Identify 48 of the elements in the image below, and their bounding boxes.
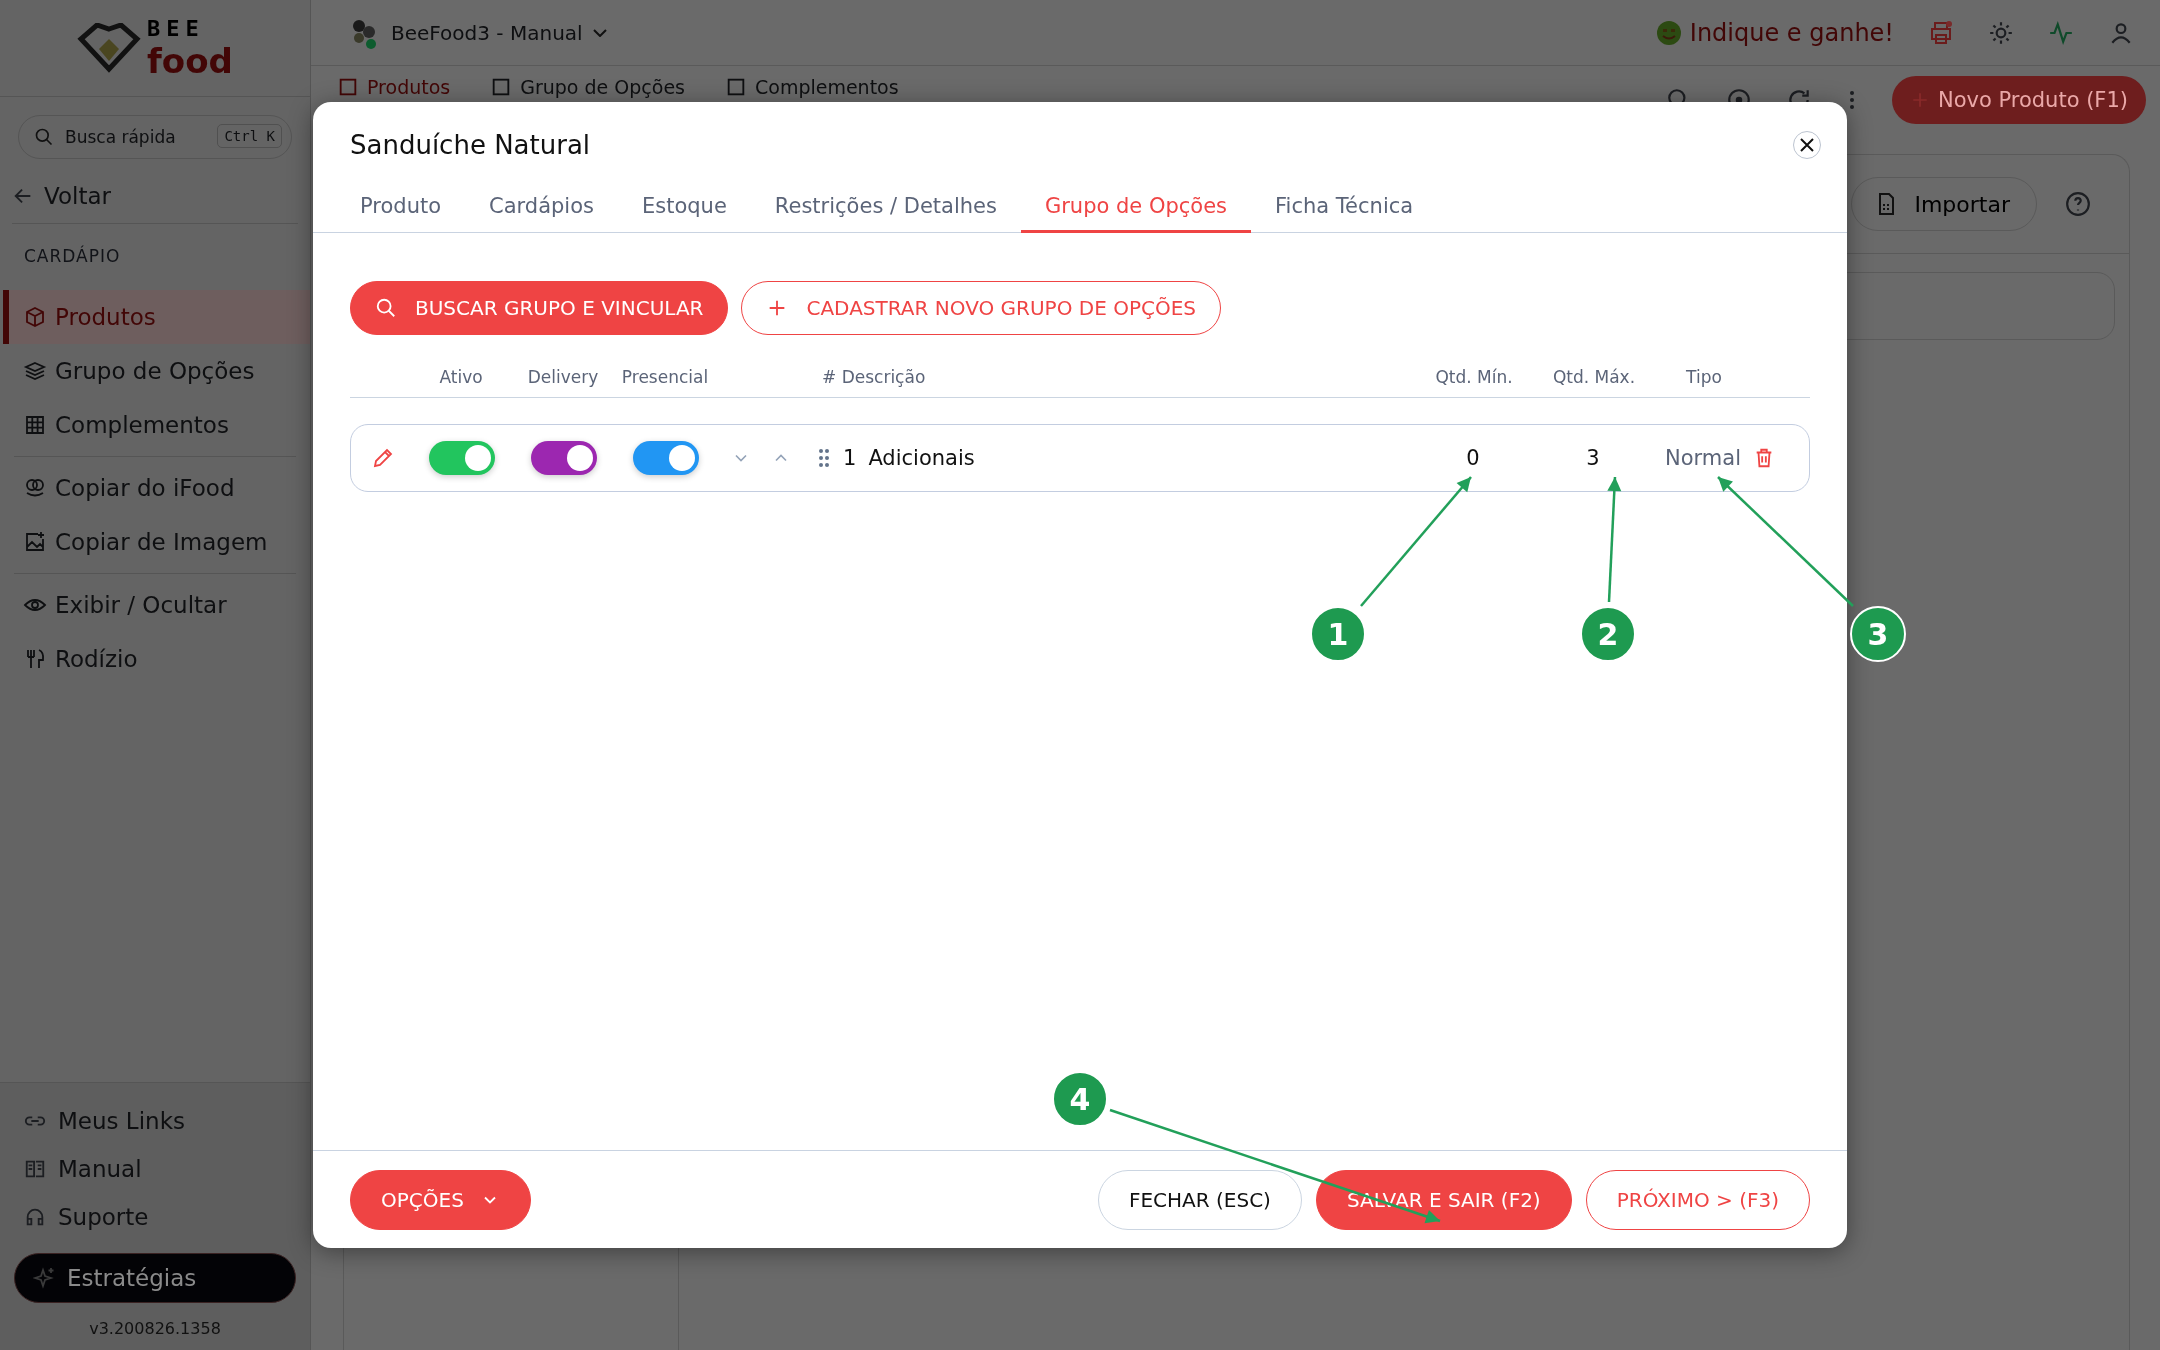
dialog-tab[interactable]: Estoque bbox=[618, 186, 751, 233]
section-label: CARDÁPIO bbox=[23, 244, 122, 268]
sidebar-item[interactable]: Exibir / Ocultar bbox=[3, 578, 310, 632]
dialog-tab[interactable]: Restrições / Detalhes bbox=[750, 186, 1021, 233]
dialog-title: Sanduíche Natural bbox=[350, 130, 591, 160]
column-header: Qtd. Mín. bbox=[1434, 366, 1514, 387]
column-header: # Descrição bbox=[821, 366, 927, 387]
step-badge: 3 bbox=[1850, 606, 1906, 662]
back-link[interactable]: Voltar bbox=[0, 169, 310, 223]
min-quantity: 0 bbox=[1465, 445, 1481, 470]
sidebar-link[interactable]: Meus Links bbox=[14, 1097, 296, 1145]
new-group-button[interactable]: CADASTRAR NOVO GRUPO DE OPÇÕES bbox=[741, 280, 1221, 335]
page-tab[interactable]: Grupo de Opções bbox=[490, 76, 685, 98]
type-text: Normal bbox=[1664, 445, 1742, 470]
workspace-selector[interactable]: BeeFood3 - Manual bbox=[347, 15, 607, 50]
sidebar-item[interactable]: Rodízio bbox=[3, 632, 310, 686]
sidebar-item[interactable]: Copiar do iFood bbox=[3, 461, 310, 515]
group-name: Adicionais bbox=[868, 445, 975, 470]
referral-link[interactable]: Indique e ganhe! bbox=[1655, 18, 1894, 47]
sidebar-link[interactable]: Suporte bbox=[14, 1193, 296, 1241]
max-quantity: 3 bbox=[1585, 445, 1601, 470]
search-group-button[interactable]: BUSCAR GRUPO E VINCULAR bbox=[350, 280, 729, 335]
dialog-tab[interactable]: Produto bbox=[336, 186, 466, 233]
sidebar-item[interactable]: Complementos bbox=[3, 398, 310, 452]
dialog-tab[interactable]: Grupo de Opções bbox=[1020, 186, 1252, 233]
sidebar-item[interactable]: Grupo de Opções bbox=[3, 344, 310, 398]
sidebar-link[interactable]: Manual bbox=[14, 1145, 296, 1193]
logo-top-text: BEE bbox=[147, 15, 206, 41]
options-button[interactable]: OPÇÕES bbox=[350, 1169, 531, 1230]
column-header: Ativo bbox=[438, 366, 484, 387]
dialog-tab[interactable]: Cardápios bbox=[465, 186, 618, 233]
dialog-tab[interactable]: Ficha Técnica bbox=[1251, 186, 1438, 233]
column-header: Qtd. Máx. bbox=[1551, 366, 1637, 387]
row-index: 1 bbox=[843, 445, 857, 470]
sidebar-item[interactable]: Produtos bbox=[3, 290, 310, 344]
column-header: Tipo bbox=[1685, 366, 1723, 387]
version-text: v3.200826.1358 bbox=[88, 1319, 222, 1338]
new-product-button[interactable]: Novo Produto (F1) bbox=[1891, 76, 2146, 124]
sidebar-item[interactable]: Copiar de Imagem bbox=[3, 515, 310, 569]
next-button[interactable]: PRÓXIMO > (F3) bbox=[1585, 1169, 1810, 1230]
shortcut-badge: Ctrl K bbox=[217, 124, 282, 148]
logo-bottom-text: food bbox=[147, 40, 233, 81]
strategies-button[interactable]: Estratégias bbox=[14, 1253, 296, 1303]
column-header: Delivery bbox=[526, 366, 600, 387]
page-tab[interactable]: Produtos bbox=[337, 76, 451, 98]
column-header: Presencial bbox=[620, 366, 710, 387]
close-dialog-button[interactable]: FECHAR (ESC) bbox=[1097, 1169, 1302, 1230]
page-tab[interactable]: Complementos bbox=[725, 76, 899, 98]
